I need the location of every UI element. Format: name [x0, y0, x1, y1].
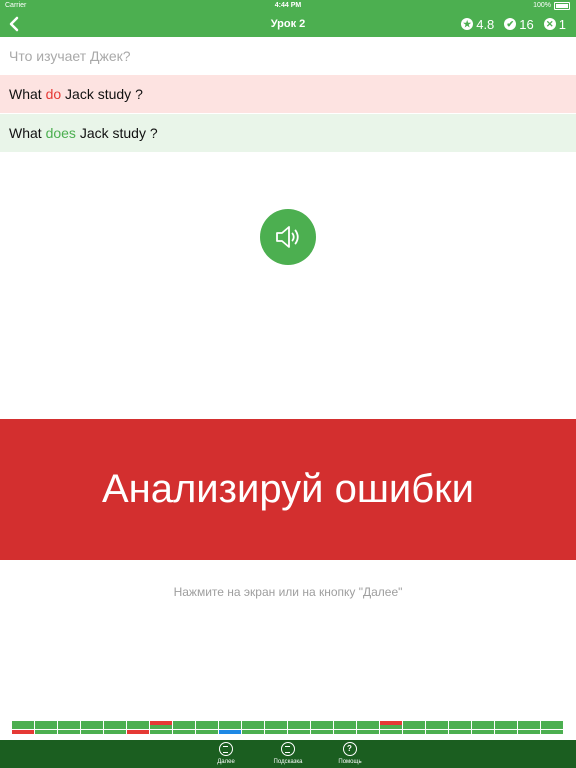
analyze-mistakes-banner[interactable]: Анализируй ошибки	[0, 419, 576, 560]
progress-segment	[150, 730, 173, 734]
rating-stat: ★ 4.8	[461, 17, 494, 32]
progress-segment	[518, 725, 541, 729]
hint-button[interactable]: Подсказка	[258, 742, 318, 765]
lesson-progress	[12, 720, 564, 735]
bottom-toolbar: Далее Подсказка ? Помощь	[0, 740, 576, 768]
cross-icon: ✕	[543, 18, 556, 30]
progress-segment	[219, 725, 242, 729]
status-bar: Carrier 4:44 PM 100%	[0, 0, 576, 11]
progress-segment	[12, 725, 35, 729]
battery-indicator: 100%	[533, 0, 570, 11]
progress-segment	[426, 730, 449, 734]
progress-segment	[58, 730, 81, 734]
answer-text-after: Jack study ?	[61, 86, 143, 102]
answer-text-before: What	[9, 86, 46, 102]
continue-hint: Нажмите на экран или на кнопку "Далее"	[173, 585, 403, 599]
progress-segment	[403, 730, 426, 734]
progress-row-middle	[12, 725, 564, 729]
progress-segment	[35, 725, 58, 729]
progress-segment	[472, 730, 495, 734]
user-answer-row: What do Jack study ?	[0, 75, 576, 113]
progress-segment	[104, 725, 127, 729]
progress-segment	[334, 730, 357, 734]
progress-segment	[357, 730, 380, 734]
progress-segment	[311, 730, 334, 734]
progress-segment	[265, 730, 288, 734]
star-icon: ★	[461, 18, 474, 30]
progress-segment	[288, 730, 311, 734]
progress-segment	[288, 725, 311, 729]
next-button[interactable]: Далее	[196, 742, 256, 765]
correct-count: 16	[519, 16, 534, 32]
progress-segment	[196, 725, 219, 729]
progress-segment	[35, 730, 58, 734]
progress-segment	[196, 730, 219, 734]
hint-label: Подсказка	[273, 759, 303, 765]
progress-segment	[311, 725, 334, 729]
chat-icon	[219, 742, 233, 756]
progress-segment	[81, 725, 104, 729]
progress-segment	[173, 730, 196, 734]
hint-bubble-icon	[281, 742, 295, 756]
speaker-icon	[276, 226, 299, 248]
help-button[interactable]: ? Помощь	[320, 742, 380, 765]
answer-text-before: What	[9, 125, 46, 141]
help-icon: ?	[343, 742, 357, 756]
progress-segment	[104, 730, 127, 734]
progress-segment	[58, 725, 81, 729]
correct-answer-row: What does Jack study ?	[0, 114, 576, 152]
wrong-count: 1	[558, 16, 566, 32]
progress-segment	[449, 725, 472, 729]
progress-segment	[357, 725, 380, 729]
progress-segment	[380, 725, 403, 729]
status-time: 4:44 PM	[274, 2, 302, 9]
wrong-word: do	[45, 86, 62, 102]
progress-segment	[449, 730, 472, 734]
battery-icon	[554, 1, 570, 10]
progress-segment	[242, 730, 265, 734]
battery-percent: 100%	[533, 2, 551, 9]
next-label: Далее	[217, 759, 235, 765]
correct-stat: ✔ 16	[504, 16, 534, 32]
question-prompt: Что изучает Джек?	[0, 37, 576, 75]
progress-segment	[127, 725, 150, 729]
progress-segment	[495, 730, 518, 734]
check-icon: ✔	[504, 18, 517, 30]
progress-segment	[150, 725, 173, 729]
answer-text-after: Jack study ?	[75, 125, 158, 141]
progress-segment	[495, 725, 518, 729]
nav-bar: Урок 2 ★ 4.8 ✔ 16 ✕ 1	[0, 11, 576, 37]
progress-segment	[219, 730, 242, 734]
progress-row-bottom	[12, 730, 564, 734]
progress-segment	[127, 730, 150, 734]
progress-segment	[403, 725, 426, 729]
correct-word: does	[45, 125, 76, 141]
progress-segment	[541, 730, 564, 734]
help-label: Помощь	[338, 759, 362, 765]
progress-segment	[518, 730, 541, 734]
progress-segment	[541, 725, 564, 729]
progress-segment	[472, 725, 495, 729]
progress-segment	[265, 725, 288, 729]
progress-segment	[334, 725, 357, 729]
progress-segment	[12, 730, 35, 734]
progress-segment	[242, 725, 265, 729]
play-audio-button[interactable]	[260, 209, 316, 265]
progress-segment	[81, 730, 104, 734]
lesson-stats: ★ 4.8 ✔ 16 ✕ 1	[461, 11, 566, 37]
wrong-stat: ✕ 1	[543, 16, 566, 32]
progress-segment	[380, 730, 403, 734]
rating-value: 4.8	[476, 16, 495, 32]
progress-segment	[173, 725, 196, 729]
progress-segment	[426, 725, 449, 729]
